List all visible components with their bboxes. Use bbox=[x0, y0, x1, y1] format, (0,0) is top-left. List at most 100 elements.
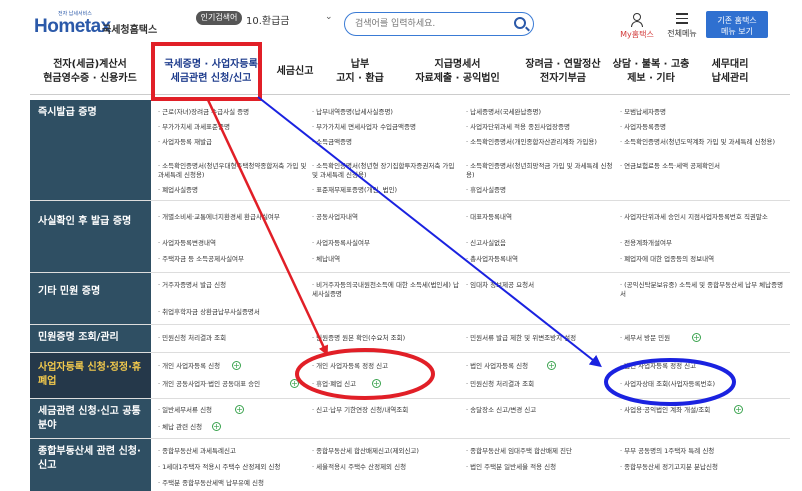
menu-link[interactable]: · 개별소비세·교통에너지환경세 환급사실여부 bbox=[158, 213, 308, 222]
all-menu-label: 전체메뉴 bbox=[667, 29, 697, 38]
hamburger-icon bbox=[676, 13, 688, 24]
menu-link[interactable]: · 휴업사실증명 bbox=[466, 186, 616, 195]
menu-link[interactable]: · 사업자등록변경내역 bbox=[158, 239, 308, 248]
menu-link[interactable]: · 개인 공동사업자·법인 공동대표 승인 bbox=[158, 380, 288, 389]
menu-link[interactable]: · 근로(자녀)장려금 수급사실 증명 bbox=[158, 108, 308, 117]
menu-link[interactable]: · 공동사업자내역 bbox=[312, 213, 462, 222]
menu-link[interactable]: · 민원증명 원본 확인(수요처 조회) bbox=[312, 334, 462, 343]
menu-link[interactable]: · 체납 관련 신청 bbox=[158, 423, 213, 432]
plus-icon[interactable]: + bbox=[235, 405, 244, 414]
menu-link[interactable]: · 비거주자등의국내원천소득에 대한 소득세(법인세) 납세사실증명 bbox=[312, 281, 462, 299]
nav-incentives[interactable]: 장려금 · 연말정산 전자기부금 bbox=[517, 58, 609, 86]
menu-link[interactable]: · 폐업사실증명 bbox=[158, 186, 308, 195]
nav-tax-filing[interactable]: 세금신고 bbox=[270, 65, 320, 79]
menu-link[interactable]: · 1세대1주택자 적용시 주택수 산정제외 신청 bbox=[158, 463, 308, 472]
menu-content: 즉시발급 증명 · 근로(자녀)장려금 수급사실 증명 · 납부내역증명(납세사… bbox=[30, 100, 790, 491]
menu-link[interactable]: · 폐업자에 대한 업종등의 정보내역 bbox=[620, 255, 780, 264]
menu-link[interactable]: · 부부 공동명의 1주택자 특례 신청 bbox=[620, 447, 770, 456]
row-title: 세금관련 신청·신고 공통분야 bbox=[30, 399, 151, 438]
row-title: 사실확인 후 발급 증명 bbox=[30, 201, 151, 272]
menu-link[interactable]: · 연금보험료등 소득·세액 공제확인서 bbox=[620, 162, 780, 171]
plus-icon[interactable]: + bbox=[232, 361, 241, 370]
menu-link[interactable]: · 종합부동산세 과세특례신고 bbox=[158, 447, 308, 456]
menu-link[interactable]: · 사업자상태 조회(사업자등록번호) bbox=[620, 380, 770, 389]
menu-link[interactable]: · 송달장소 신고/변경 신고 bbox=[466, 406, 616, 415]
menu-link[interactable]: · 사업자등록 재발급 bbox=[158, 138, 308, 147]
header: 전자 납세서비스 Hometax 국세청홈택스 인기검색어 10.환급금 ⌄ M… bbox=[0, 0, 802, 50]
menu-link[interactable]: · 민원서류 발급 제한 및 위변조방지 설정 bbox=[466, 334, 616, 343]
nav-e-invoice[interactable]: 전자(세금)계산서 현금영수증 · 신용카드 bbox=[30, 58, 150, 86]
row-comprehensive-real-estate-tax: 종합부동산세 관련 신청·신고 · 종합부동산세 과세특례신고 · 종합부동산세… bbox=[30, 439, 790, 491]
hometax-logo[interactable]: 전자 납세서비스 Hometax 국세청홈택스 bbox=[34, 10, 164, 40]
search-icon[interactable] bbox=[514, 17, 526, 29]
menu-link[interactable]: · 임대차 정보제공 요청서 bbox=[466, 281, 616, 290]
menu-link[interactable]: · 일반세무서류 신청 bbox=[158, 406, 233, 415]
menu-link[interactable]: · 법인 주택분 일반세율 적용 신청 bbox=[466, 463, 616, 472]
search-box bbox=[344, 12, 534, 36]
menu-link[interactable]: · 세무서 방문 민원 bbox=[620, 334, 690, 343]
row-title: 종합부동산세 관련 신청·신고 bbox=[30, 439, 151, 491]
all-menu-link[interactable]: 전체메뉴 bbox=[662, 13, 702, 39]
menu-link[interactable]: · 민원신청 처리결과 조회 bbox=[466, 380, 616, 389]
my-hometax-label: My홈택스 bbox=[620, 30, 654, 39]
search-input[interactable] bbox=[355, 17, 505, 31]
plus-icon[interactable]: + bbox=[290, 379, 299, 388]
logo-wordmark: Hometax bbox=[34, 16, 111, 37]
plus-icon[interactable]: + bbox=[372, 379, 381, 388]
row-title: 민원증명 조회/관리 bbox=[30, 325, 151, 352]
menu-link[interactable]: · 총사업자등록내역 bbox=[466, 255, 616, 264]
row-verified-certificates: 사실확인 후 발급 증명 · 개별소비세·교통에너지환경세 환급사실여부 · 공… bbox=[30, 201, 790, 273]
menu-link[interactable]: · 사업용·공익법인 계좌 개설/조회 bbox=[620, 406, 730, 415]
menu-link[interactable]: · 부가가치세 면세사업자 수입금액증명 bbox=[312, 123, 462, 132]
menu-link[interactable]: · 대표자등록내역 bbox=[466, 213, 616, 222]
nav-payment-statement[interactable]: 지급명세서 자료제출 · 공익법인 bbox=[400, 58, 515, 86]
menu-link[interactable]: · 종합부동산세 정기고지분 분납신청 bbox=[620, 463, 770, 472]
menu-link[interactable]: · 종합부동산세 합산배제신고(제외신고) bbox=[312, 447, 462, 456]
menu-link[interactable]: · 종합부동산세 임대주택 합산배제 진단 bbox=[466, 447, 616, 456]
menu-link[interactable]: · 소득금액증명 bbox=[312, 138, 462, 147]
menu-link[interactable]: · 소득확인증명서(청년희망적금 가입 및 과세특례 신청용) bbox=[466, 162, 616, 180]
menu-link[interactable]: · 세율적용시 주택수 산정제외 신청 bbox=[312, 463, 462, 472]
menu-link[interactable]: · 소득확인증명서(청년도약계좌 가입 및 과세특례 신청용) bbox=[620, 138, 785, 147]
menu-link[interactable]: · 소득확인증명서(청년우대형주택청약종합저축 가입 및 과세특례 신청용) bbox=[158, 162, 308, 180]
menu-link[interactable]: · 개인 사업자등록 신청 bbox=[158, 362, 233, 371]
menu-link[interactable]: · 주택분 종합부동산세액 납부유예 신청 bbox=[158, 479, 308, 488]
chevron-down-icon[interactable]: ⌄ bbox=[325, 12, 333, 22]
menu-link[interactable]: · 주택자금 등 소득공제사실여부 bbox=[158, 255, 308, 264]
menu-link[interactable]: · 납부내역증명(납세사실증명) bbox=[312, 108, 462, 117]
menu-link[interactable]: · 사업자등록증명 bbox=[620, 123, 780, 132]
nav-consultation[interactable]: 상담 · 불복 · 고충 제보 · 기타 bbox=[612, 58, 690, 86]
menu-link[interactable]: · 신고·납부 기한연장 신청/내역조회 bbox=[312, 406, 462, 415]
user-icon bbox=[630, 13, 644, 27]
plus-icon[interactable]: + bbox=[692, 333, 701, 342]
menu-link[interactable]: · 개인 사업자등록 정정 신고 bbox=[312, 362, 462, 371]
nav-tax-agent[interactable]: 세무대리 납세관리 bbox=[702, 58, 758, 86]
menu-link[interactable]: · 민원신청 처리결과 조회 bbox=[158, 334, 308, 343]
menu-link[interactable]: · 소득확인증명서(개인종합자산관리계좌 가입용) bbox=[466, 138, 616, 147]
menu-link[interactable]: · 모범납세자증명 bbox=[620, 108, 780, 117]
menu-link[interactable]: · 법인 사업자등록 정정 신고 bbox=[620, 362, 770, 371]
menu-link[interactable]: · 사업자등록사실여부 bbox=[312, 239, 462, 248]
menu-link[interactable]: · 전용계좌개설여부 bbox=[620, 239, 780, 248]
menu-link[interactable]: · 법인 사업자등록 신청 bbox=[466, 362, 546, 371]
my-hometax-link[interactable]: My홈택스 bbox=[617, 13, 657, 40]
menu-link[interactable]: · 납세증명서(국세완납증명) bbox=[466, 108, 616, 117]
menu-link[interactable]: · 체납내역 bbox=[312, 255, 462, 264]
nav-highlight-box bbox=[151, 42, 262, 101]
menu-link[interactable]: · 취업후학자금 상환금납부사실증명서 bbox=[158, 308, 308, 317]
old-hometax-menu-button[interactable]: 기존 홈택스 메뉴 보기 bbox=[706, 11, 768, 38]
menu-link[interactable]: · 거주자증명서 발급 신청 bbox=[158, 281, 308, 290]
menu-link[interactable]: · 소득확인증명서(청년형 장기집합투자증권저축 가입 및 과세특례 신청용) bbox=[312, 162, 462, 180]
plus-icon[interactable]: + bbox=[212, 422, 221, 431]
popular-search-value[interactable]: 10.환급금 bbox=[246, 12, 290, 27]
plus-icon[interactable]: + bbox=[547, 361, 556, 370]
menu-link[interactable]: · 사업자단위과세 적용 종된사업장증명 bbox=[466, 123, 616, 132]
nav-payment[interactable]: 납부 고지 · 환급 bbox=[330, 58, 390, 86]
menu-link[interactable]: · (공익신탁분보유중) 소득세 및 종합부동산세 납부 체납증명서 bbox=[620, 281, 785, 299]
menu-link[interactable]: · 부가가치세 과세표준증명 bbox=[158, 123, 308, 132]
row-instant-certificates: 즉시발급 증명 · 근로(자녀)장려금 수급사실 증명 · 납부내역증명(납세사… bbox=[30, 100, 790, 201]
menu-link[interactable]: · 사업자단위과세 승인시 지점사업자등록번호 직권말소 bbox=[620, 213, 780, 222]
menu-link[interactable]: · 신고사실없음 bbox=[466, 239, 616, 248]
plus-icon[interactable]: + bbox=[734, 405, 743, 414]
menu-link[interactable]: · 표준재무제표증명(개인, 법인) bbox=[312, 186, 462, 195]
